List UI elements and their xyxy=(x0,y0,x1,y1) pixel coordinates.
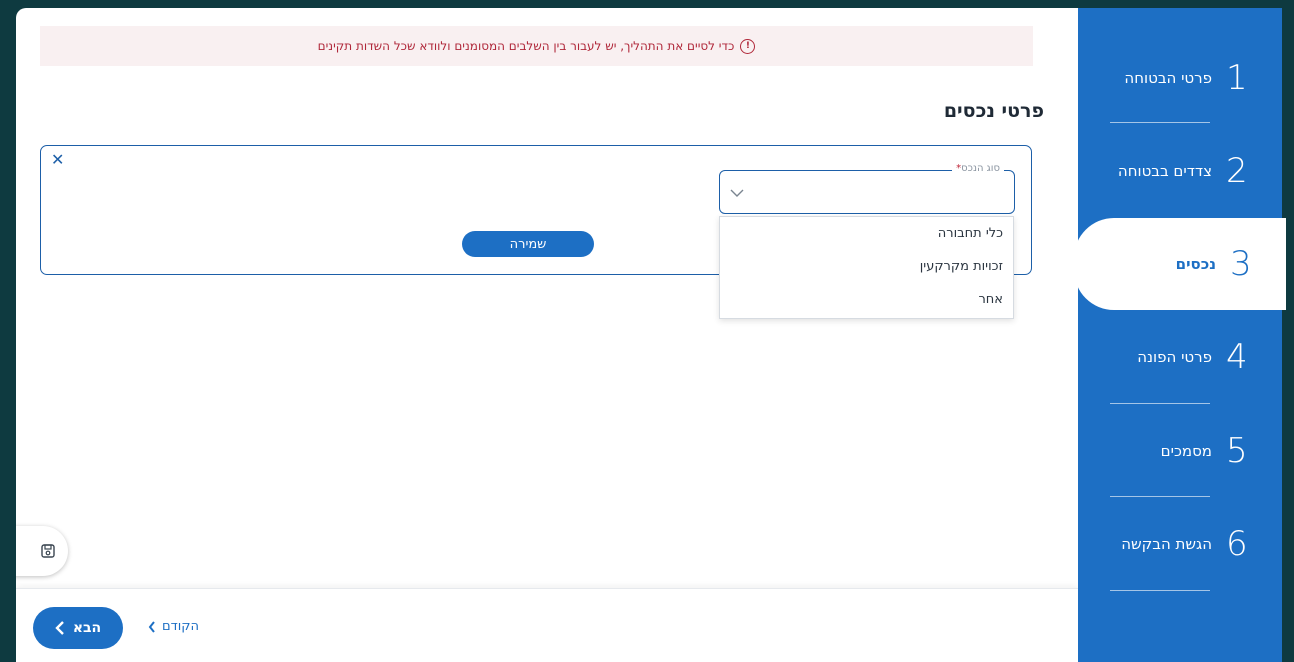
info-circle-icon: ! xyxy=(740,38,756,54)
asset-type-select[interactable]: סוג הנכס* xyxy=(719,163,1015,214)
step-number: 3 xyxy=(1230,244,1252,284)
step-label: פרטי הפונה xyxy=(1137,348,1212,366)
previous-label: הקודם xyxy=(162,619,199,634)
previous-link[interactable]: הקודם xyxy=(148,619,199,634)
main-panel: ! כדי לסיים את התהליך, יש לעבור בין השלב… xyxy=(16,8,1078,662)
step-divider xyxy=(1110,590,1210,591)
step-number: 5 xyxy=(1226,431,1248,471)
asset-type-label: סוג הנכס* xyxy=(952,163,1004,174)
close-icon[interactable]: ✕ xyxy=(51,150,64,169)
step-label: נכסים xyxy=(1175,255,1216,273)
step-3-assets[interactable]: נכסים 3 xyxy=(1074,218,1286,310)
step-divider xyxy=(1110,496,1210,497)
footer-bar: הבא הקודם xyxy=(16,588,1078,662)
step-label: הגשת הבקשה xyxy=(1121,535,1212,553)
step-number: 4 xyxy=(1226,337,1248,377)
step-2-parties[interactable]: צדדים בבטוחה 2 xyxy=(1078,125,1282,217)
chevron-left-icon xyxy=(55,621,64,635)
steps-sidebar: פרטי הבטוחה 1 צדדים בבטוחה 2 נכסים 3 פרט… xyxy=(1074,8,1286,662)
dropdown-option-vehicle[interactable]: כלי תחבורה xyxy=(720,217,1013,250)
save-draft-button[interactable] xyxy=(16,526,68,576)
next-button[interactable]: הבא xyxy=(33,607,123,649)
step-label: מסמכים xyxy=(1160,442,1212,460)
floppy-disk-icon xyxy=(41,544,55,558)
step-label: פרטי הבטוחה xyxy=(1124,69,1212,87)
step-number: 6 xyxy=(1226,524,1248,564)
step-6-submit-request[interactable]: הגשת הבקשה 6 xyxy=(1078,498,1282,590)
step-label: צדדים בבטוחה xyxy=(1117,162,1212,180)
chevron-down-icon xyxy=(730,183,744,202)
step-4-applicant-details[interactable]: פרטי הפונה 4 xyxy=(1078,311,1282,403)
asset-type-dropdown: כלי תחבורה זכויות מקרקעין אחר xyxy=(719,216,1014,319)
step-1-security-details[interactable]: פרטי הבטוחה 1 xyxy=(1078,32,1282,124)
step-number: 2 xyxy=(1226,151,1248,191)
dropdown-option-real-estate[interactable]: זכויות מקרקעין xyxy=(720,250,1013,283)
section-title: פרטי נכסים xyxy=(943,100,1044,122)
next-label: הבא xyxy=(72,620,102,636)
save-button[interactable]: שמירה xyxy=(462,231,594,257)
alert-text: כדי לסיים את התהליך, יש לעבור בין השלבים… xyxy=(317,39,735,53)
step-divider xyxy=(1110,403,1210,404)
step-5-documents[interactable]: מסמכים 5 xyxy=(1078,405,1282,497)
step-number: 1 xyxy=(1226,58,1248,98)
step-divider xyxy=(1110,122,1210,123)
dropdown-option-other[interactable]: אחר xyxy=(720,283,1013,316)
validation-alert: ! כדי לסיים את התהליך, יש לעבור בין השלב… xyxy=(40,26,1033,66)
chevron-left-icon xyxy=(148,620,155,633)
